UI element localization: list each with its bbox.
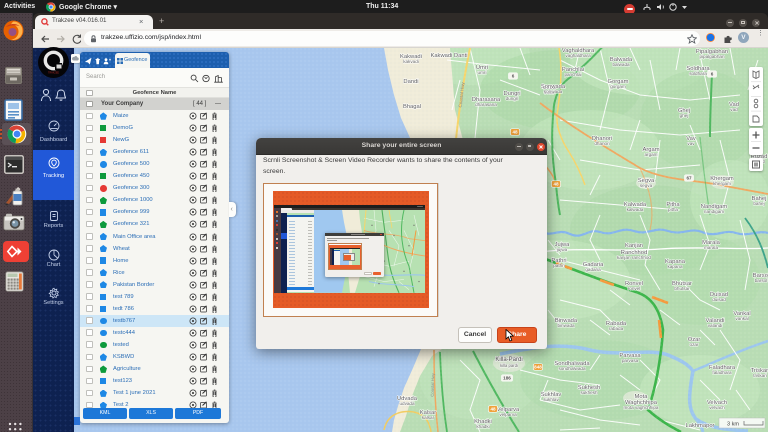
svg-text:kalsar: kalsar — [422, 415, 435, 420]
svg-text:khadki: khadki — [476, 424, 489, 429]
svg-text:jujwa: jujwa — [556, 247, 568, 252]
svg-text:duisad: duisad — [712, 297, 726, 302]
svg-text:bahej: bahej — [753, 201, 764, 206]
svg-text:TRAKZEE: TRAKZEE — [48, 72, 59, 75]
svg-text:vad: vad — [730, 107, 738, 112]
svg-text:binwada: binwada — [557, 323, 575, 328]
svg-text:67: 67 — [686, 176, 692, 181]
svg-text:kalwada: kalwada — [627, 207, 644, 212]
svg-text:dharasana: dharasana — [475, 102, 497, 107]
svg-text:pathri: pathri — [553, 263, 565, 268]
svg-text:pitha: pitha — [668, 207, 678, 212]
svg-text:velparva: velparva — [499, 412, 517, 417]
svg-text:khergam: khergam — [713, 181, 731, 186]
svg-text:nandigam: nandigam — [704, 209, 724, 214]
svg-text:vaghaldhara: vaghaldhara — [565, 53, 591, 58]
svg-text:Lakhmapor: Lakhmapor — [685, 423, 714, 429]
svg-text:mota vaghchhipa: mota vaghchhipa — [624, 405, 659, 410]
svg-text:848: 848 — [534, 365, 542, 370]
svg-text:kapana: kapana — [667, 264, 683, 269]
svg-text:Coastal Hwy: Coastal Hwy — [430, 372, 436, 397]
svg-text:balwada: balwada — [612, 62, 630, 67]
svg-text:gorgam: gorgam — [610, 84, 626, 89]
svg-text:sonwada: sonwada — [544, 89, 563, 94]
svg-text:Kakwadi Danti: Kakwadi Danti — [430, 53, 467, 59]
svg-text:panchlai: panchlai — [564, 72, 581, 77]
svg-text:Bhagal: Bhagal — [403, 104, 421, 110]
svg-text:ronvel: ronvel — [628, 286, 641, 291]
svg-text:Dandi: Dandi — [403, 79, 418, 85]
svg-text:valandi: valandi — [708, 323, 723, 328]
svg-text:vankal: vankal — [735, 316, 748, 321]
svg-text:6: 6 — [711, 72, 714, 77]
svg-text:sukhlav: sukhlav — [543, 397, 559, 402]
svg-text:parvasa: parvasa — [622, 358, 639, 363]
svg-text:faladhara: faladhara — [712, 370, 732, 375]
svg-text:186: 186 — [503, 376, 511, 381]
svg-text:killa pardi: killa pardi — [500, 363, 518, 368]
svg-text:udvada: udvada — [399, 401, 415, 406]
svg-text:barsol: barsol — [755, 278, 768, 283]
svg-text:gadaria: gadaria — [585, 267, 601, 272]
svg-text:dhanori: dhanori — [594, 141, 609, 146]
svg-text:6: 6 — [512, 74, 515, 79]
svg-text:kakvadi: kakvadi — [403, 59, 419, 64]
svg-text:rabada: rabada — [609, 326, 624, 331]
svg-text:48: 48 — [553, 182, 559, 187]
svg-text:soldhara: soldhara — [689, 71, 707, 76]
svg-text:umri: umri — [478, 70, 487, 75]
svg-text:velvach: velvach — [709, 405, 725, 410]
svg-text:marala: marala — [704, 245, 718, 250]
svg-text:sondhalwada: sondhalwada — [558, 366, 586, 371]
svg-text:Kanjan: Kanjan — [625, 243, 643, 249]
svg-text:ghej: ghej — [680, 113, 689, 118]
svg-text:triskari: triskari — [753, 373, 767, 378]
svg-text:3 km: 3 km — [727, 422, 739, 428]
svg-text:bhutsar: bhutsar — [674, 286, 690, 291]
svg-text:48: 48 — [512, 130, 518, 135]
svg-text:48: 48 — [490, 407, 496, 412]
svg-text:kanjan ranchhod: kanjan ranchhod — [617, 255, 651, 260]
svg-text:sukhesh: sukhesh — [580, 390, 598, 395]
svg-text:pipalgabhan: pipalgabhan — [699, 54, 724, 59]
svg-text:segva: segva — [640, 183, 653, 188]
svg-text:vav: vav — [687, 141, 695, 146]
svg-text:dungri: dungri — [506, 96, 519, 101]
svg-text:argam: argam — [644, 152, 657, 157]
svg-text:ozar: ozar — [690, 342, 699, 347]
